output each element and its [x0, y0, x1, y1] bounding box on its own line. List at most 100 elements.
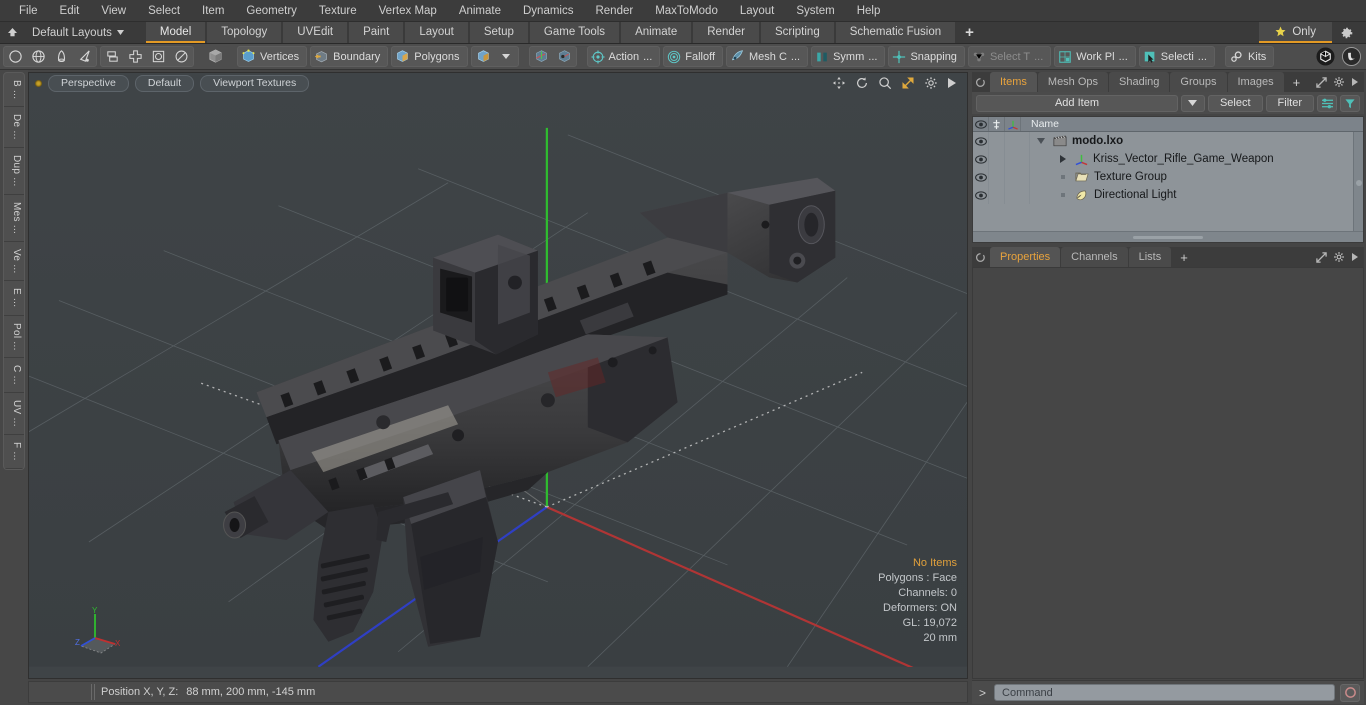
left-tool-tab-0[interactable]: B ... — [4, 73, 24, 108]
table-row[interactable]: Texture Group — [973, 168, 1363, 186]
viewport-shading-dropdown[interactable]: Default — [134, 74, 195, 92]
menu-item-animate[interactable]: Animate — [448, 0, 512, 22]
item-tree-horizontal-scrollbar[interactable] — [973, 231, 1363, 242]
viewport-view-dropdown[interactable]: Perspective — [48, 74, 129, 92]
tool-action-center[interactable]: Action ... — [586, 46, 661, 67]
left-tool-tab-3[interactable]: Mes ... — [4, 195, 24, 242]
item-tree-vertical-scrollbar[interactable] — [1353, 132, 1363, 231]
left-tool-tab-1[interactable]: De ... — [4, 107, 24, 148]
zoom-icon[interactable] — [878, 76, 892, 90]
cone-cut-icon[interactable] — [73, 47, 96, 66]
add-item-dropdown-button[interactable] — [1180, 94, 1205, 112]
menu-item-file[interactable]: File — [8, 0, 49, 22]
lock-cell[interactable] — [989, 150, 1005, 168]
mode-chevron-down-icon[interactable] — [495, 47, 518, 66]
lock-cell[interactable] — [989, 168, 1005, 186]
eye-icon[interactable] — [973, 186, 989, 204]
properties-panel-menu-dot[interactable] — [976, 247, 989, 267]
properties-tab-properties[interactable]: Properties — [990, 247, 1061, 267]
tool-work-plane[interactable]: Work Pl ... — [1054, 46, 1136, 67]
layout-tab-game-tools[interactable]: Game Tools — [529, 22, 620, 43]
menu-item-layout[interactable]: Layout — [729, 0, 786, 22]
home-layout-button[interactable] — [0, 22, 24, 43]
filter-button[interactable]: Filter — [1265, 94, 1314, 112]
tool-falloff[interactable]: Falloff — [663, 46, 724, 67]
items-add-tab-button[interactable]: + — [1285, 72, 1309, 92]
menu-item-view[interactable]: View — [90, 0, 137, 22]
eye-icon[interactable] — [973, 117, 989, 131]
properties-add-tab-button[interactable]: + — [1172, 247, 1196, 267]
play-icon[interactable] — [1351, 252, 1359, 262]
tool-kits[interactable]: Kits — [1224, 46, 1275, 67]
eye-icon[interactable] — [973, 150, 989, 168]
modo-badge-icon[interactable] — [1314, 47, 1337, 66]
record-circle-icon[interactable] — [1340, 683, 1360, 702]
pan-icon[interactable] — [832, 76, 846, 90]
table-row[interactable]: Kriss_Vector_Rifle_Game_Weapon — [973, 150, 1363, 168]
select-button[interactable]: Select — [1207, 94, 1263, 112]
menu-item-help[interactable]: Help — [846, 0, 892, 22]
properties-tab-channels[interactable]: Channels — [1061, 247, 1128, 267]
menu-item-edit[interactable]: Edit — [49, 0, 91, 22]
left-tool-tab-9[interactable]: F ... — [4, 435, 24, 469]
transform-icon-a[interactable] — [530, 47, 553, 66]
left-tool-tab-2[interactable]: Dup ... — [4, 148, 24, 195]
chevron-down-icon[interactable] — [1034, 138, 1048, 144]
tool-selection-sets[interactable]: Selecti ... — [1138, 46, 1215, 67]
play-icon[interactable] — [1351, 77, 1359, 87]
layout-settings-button[interactable] — [1332, 22, 1362, 43]
transform-icon-b[interactable] — [553, 47, 576, 66]
only-toggle-button[interactable]: Only — [1259, 22, 1332, 43]
left-tool-tab-4[interactable]: Ve ... — [4, 242, 24, 282]
eye-icon[interactable] — [973, 168, 989, 186]
menu-item-select[interactable]: Select — [137, 0, 191, 22]
axis-cell[interactable] — [1005, 168, 1030, 186]
selection-mode-boundary[interactable]: Boundary — [310, 46, 389, 67]
layout-tab-schematic-fusion[interactable]: Schematic Fusion — [835, 22, 956, 43]
command-input[interactable]: Command — [994, 684, 1335, 701]
tool-symmetry[interactable]: Symm ... — [811, 46, 886, 67]
cone-icon[interactable] — [50, 47, 73, 66]
tool-mesh-constraint[interactable]: Mesh C ... — [726, 46, 809, 67]
circle-inner-icon[interactable] — [170, 47, 193, 66]
expand-icon[interactable] — [1316, 251, 1327, 263]
tool-select-through[interactable]: Select T ... — [967, 46, 1052, 67]
layout-tab-model[interactable]: Model — [145, 22, 206, 43]
sphere-icon[interactable] — [4, 47, 27, 66]
lock-cell[interactable] — [989, 186, 1005, 204]
play-icon[interactable] — [947, 77, 957, 89]
layout-tab-uvedit[interactable]: UVEdit — [283, 22, 348, 43]
menu-item-render[interactable]: Render — [584, 0, 644, 22]
item-name-cell[interactable]: modo.lxo — [1030, 132, 1363, 150]
menu-item-geometry[interactable]: Geometry — [235, 0, 308, 22]
list-options-icon[interactable] — [1317, 94, 1337, 112]
item-name-cell[interactable]: Kriss_Vector_Rifle_Game_Weapon — [1030, 150, 1363, 168]
unreal-badge-icon[interactable] — [1340, 47, 1363, 66]
menu-item-vertex-map[interactable]: Vertex Map — [368, 0, 448, 22]
item-name-cell[interactable]: Directional Light — [1030, 186, 1363, 204]
eye-icon[interactable] — [973, 132, 989, 150]
properties-tab-lists[interactable]: Lists — [1128, 247, 1172, 267]
default-layouts-dropdown[interactable]: Default Layouts — [24, 22, 132, 43]
lock-cell[interactable] — [989, 132, 1005, 150]
left-tool-tab-5[interactable]: E ... — [4, 281, 24, 316]
menu-item-dynamics[interactable]: Dynamics — [512, 0, 584, 22]
items-panel-menu-dot[interactable] — [976, 72, 989, 92]
plus-shape-icon[interactable] — [124, 47, 147, 66]
selection-mode-polygons[interactable]: Polygons — [391, 46, 468, 67]
cube-grey-icon[interactable] — [204, 47, 227, 66]
gear-icon[interactable] — [1333, 76, 1345, 88]
layout-tab-setup[interactable]: Setup — [469, 22, 528, 43]
layout-tab-render[interactable]: Render — [693, 22, 759, 43]
axis-cell[interactable] — [1005, 186, 1030, 204]
menu-item-item[interactable]: Item — [191, 0, 235, 22]
panel-tab-images[interactable]: Images — [1227, 72, 1284, 92]
mode-cube-icon[interactable] — [472, 47, 495, 66]
stack-icon[interactable] — [101, 47, 124, 66]
table-row[interactable]: modo.lxo — [973, 132, 1363, 150]
selection-mode-vertices[interactable]: Vertices — [237, 46, 308, 67]
axis-cell[interactable] — [1005, 150, 1030, 168]
panel-tab-items[interactable]: Items — [990, 72, 1037, 92]
menu-item-maxtomodo[interactable]: MaxToModo — [644, 0, 729, 22]
chevron-right-icon[interactable] — [1056, 155, 1070, 163]
